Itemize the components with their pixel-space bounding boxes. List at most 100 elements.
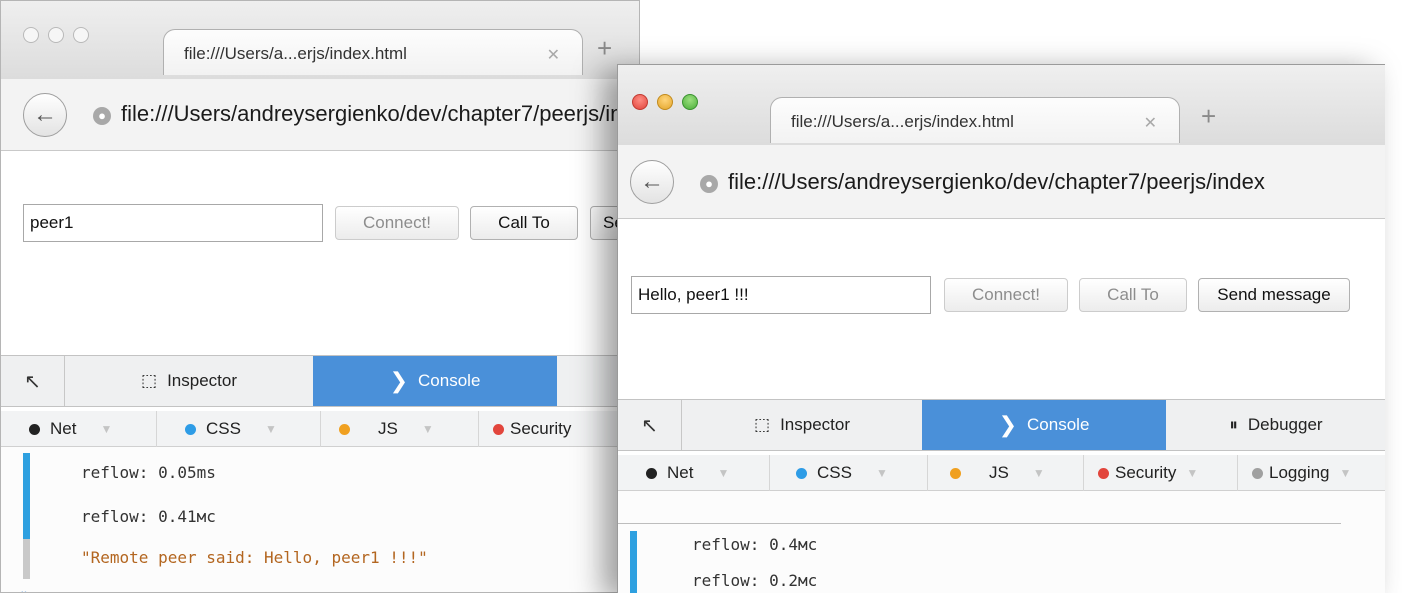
tab-debugger[interactable]: ⏸ Debugger bbox=[1166, 400, 1385, 450]
log-line: reflow: 0.05ms bbox=[81, 463, 216, 482]
console-filter-bar: Net ▼ CSS ▼ JS ▼ Security ▼ Logging ▼ bbox=[618, 455, 1385, 491]
filter-js[interactable]: JS ▼ bbox=[321, 411, 479, 447]
console-chevron-icon: ❯ bbox=[389, 368, 409, 393]
globe-icon: ● bbox=[700, 175, 718, 193]
tab-strip: file:///Users/a...erjs/index.html ✕ + bbox=[1, 1, 639, 79]
log-line: reflow: 0.4мс bbox=[692, 535, 818, 554]
chevron-down-icon: ▼ bbox=[1339, 466, 1352, 480]
console-output: reflow: 0.4мс reflow: 0.2мс bbox=[618, 491, 1385, 593]
logging-dot-icon bbox=[1252, 467, 1263, 479]
log-line: reflow: 0.2мс bbox=[692, 571, 818, 590]
tab-console-label: Console bbox=[1027, 415, 1090, 434]
element-picker-button[interactable]: ↖ bbox=[1, 356, 65, 406]
filter-css-label: CSS bbox=[817, 463, 852, 482]
net-dot-icon bbox=[29, 423, 40, 435]
devtools-toolbar: ↖ ⬚ Inspector ❯ Console ⏸ Debugger bbox=[618, 399, 1385, 451]
minimize-window-button[interactable] bbox=[657, 94, 673, 110]
new-tab-button[interactable]: + bbox=[597, 33, 612, 64]
chevron-down-icon: ▼ bbox=[1032, 466, 1045, 480]
connect-button[interactable]: Connect! bbox=[335, 206, 459, 240]
console-divider bbox=[618, 523, 1341, 524]
globe-icon: ● bbox=[93, 107, 111, 125]
filter-net[interactable]: Net ▼ bbox=[618, 455, 770, 491]
log-line: reflow: 0.41мс bbox=[81, 507, 216, 526]
filter-js-label: JS bbox=[989, 463, 1009, 482]
net-dot-icon bbox=[646, 467, 657, 479]
tab-console[interactable]: ❯ Console bbox=[922, 400, 1166, 450]
call-to-button[interactable]: Call To bbox=[470, 206, 578, 240]
connect-button[interactable]: Connect! bbox=[944, 278, 1068, 312]
element-picker-icon: ↖ bbox=[641, 414, 658, 437]
filter-security[interactable]: Security ▼ bbox=[1084, 455, 1238, 491]
back-button[interactable]: ← bbox=[23, 93, 67, 137]
log-gutter bbox=[23, 453, 30, 539]
tab-close-icon[interactable]: ✕ bbox=[1144, 113, 1157, 133]
tab-strip: file:///Users/a...erjs/index.html ✕ + bbox=[618, 65, 1385, 145]
window-controls bbox=[23, 27, 89, 43]
page-content: Hello, peer1 !!! Connect! Call To Send m… bbox=[618, 219, 1385, 399]
log-gutter bbox=[630, 531, 637, 593]
tab-title: file:///Users/a...erjs/index.html bbox=[184, 44, 407, 63]
log-gutter bbox=[23, 539, 30, 579]
chevron-down-icon: ▼ bbox=[421, 422, 434, 436]
tab-inspector[interactable]: ⬚ Inspector bbox=[65, 356, 313, 406]
chevron-down-icon: ▼ bbox=[264, 422, 277, 436]
url-bar[interactable]: file:///Users/andreysergienko/dev/chapte… bbox=[728, 169, 1265, 195]
minimize-window-button[interactable] bbox=[48, 27, 64, 43]
filter-net[interactable]: Net ▼ bbox=[1, 411, 157, 447]
peer-id-input[interactable]: peer1 bbox=[23, 204, 323, 242]
filter-net-label: Net bbox=[667, 463, 694, 482]
security-dot-icon bbox=[493, 423, 504, 435]
filter-js[interactable]: JS ▼ bbox=[928, 455, 1084, 491]
url-bar[interactable]: file:///Users/andreysergienko/dev/chapte… bbox=[121, 101, 639, 127]
browser-tab[interactable]: file:///Users/a...erjs/index.html ✕ bbox=[163, 29, 583, 75]
console-filter-bar: Net ▼ CSS ▼ JS ▼ Security bbox=[1, 411, 639, 447]
send-message-button[interactable]: Send message bbox=[1198, 278, 1350, 312]
filter-net-label: Net bbox=[50, 419, 77, 438]
filter-logging-label: Logging bbox=[1269, 463, 1330, 482]
new-tab-button[interactable]: + bbox=[1201, 101, 1216, 132]
inspector-icon: ⬚ bbox=[141, 371, 158, 390]
console-output: reflow: 0.05ms reflow: 0.41мс "Remote pe… bbox=[1, 447, 639, 592]
filter-css-label: CSS bbox=[206, 419, 241, 438]
zoom-window-button[interactable] bbox=[73, 27, 89, 43]
tab-debugger-label: Debugger bbox=[1247, 415, 1323, 434]
navigation-bar: ← ● file:///Users/andreysergienko/dev/ch… bbox=[618, 145, 1385, 219]
tab-inspector[interactable]: ⬚ Inspector bbox=[682, 400, 922, 450]
window-controls bbox=[632, 94, 698, 110]
close-window-button[interactable] bbox=[23, 27, 39, 43]
debugger-pause-icon: ⏸ bbox=[1229, 415, 1238, 434]
console-chevron-icon: ❯ bbox=[998, 412, 1018, 437]
chevron-down-icon: ▼ bbox=[1186, 466, 1199, 480]
element-picker-button[interactable]: ↖ bbox=[618, 400, 682, 450]
tab-inspector-label: Inspector bbox=[780, 415, 850, 434]
zoom-window-button[interactable] bbox=[682, 94, 698, 110]
chevron-down-icon: ▼ bbox=[100, 422, 113, 436]
browser-window-front: file:///Users/a...erjs/index.html ✕ + ← … bbox=[617, 64, 1385, 593]
browser-tab[interactable]: file:///Users/a...erjs/index.html ✕ bbox=[770, 97, 1180, 143]
js-dot-icon bbox=[339, 423, 350, 435]
tab-inspector-label: Inspector bbox=[167, 371, 237, 390]
navigation-bar: ← ● file:///Users/andreysergienko/dev/ch… bbox=[1, 79, 639, 151]
left-arrow-icon: ← bbox=[33, 101, 57, 128]
tab-close-icon[interactable]: ✕ bbox=[547, 45, 560, 65]
css-dot-icon bbox=[796, 467, 807, 479]
message-input[interactable]: Hello, peer1 !!! bbox=[631, 276, 931, 314]
call-to-button[interactable]: Call To bbox=[1079, 278, 1187, 312]
tab-console[interactable]: ❯ Console bbox=[313, 356, 557, 406]
filter-logging[interactable]: Logging ▼ bbox=[1238, 455, 1385, 491]
console-prompt-icon[interactable]: » bbox=[21, 585, 29, 592]
css-dot-icon bbox=[185, 423, 196, 435]
filter-security[interactable]: Security bbox=[479, 411, 639, 447]
close-window-button[interactable] bbox=[632, 94, 648, 110]
left-arrow-icon: ← bbox=[640, 168, 664, 195]
filter-css[interactable]: CSS ▼ bbox=[770, 455, 928, 491]
chevron-down-icon: ▼ bbox=[717, 466, 730, 480]
filter-security-label: Security bbox=[510, 419, 572, 438]
filter-security-label: Security bbox=[1115, 463, 1177, 482]
browser-window-back: file:///Users/a...erjs/index.html ✕ + ← … bbox=[0, 0, 640, 593]
back-button[interactable]: ← bbox=[630, 160, 674, 204]
filter-css[interactable]: CSS ▼ bbox=[157, 411, 321, 447]
chevron-down-icon: ▼ bbox=[875, 466, 888, 480]
page-content: peer1 Connect! Call To Send message bbox=[1, 151, 639, 355]
